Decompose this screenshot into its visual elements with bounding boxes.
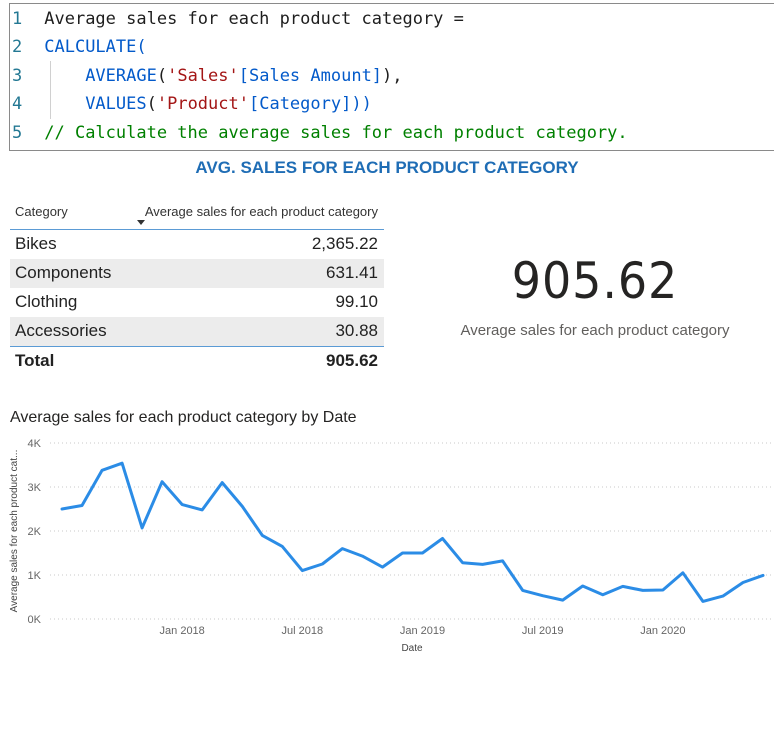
y-tick-label: 2K xyxy=(28,526,42,538)
row-value: 99.10 xyxy=(335,292,378,311)
paren: ( xyxy=(136,37,147,57)
line-number: 5 xyxy=(12,123,23,143)
x-tick-label: Jul 2019 xyxy=(522,625,564,637)
y-tick-label: 1K xyxy=(28,570,42,582)
table-reference: 'Product' xyxy=(156,94,249,114)
row-value: 2,365.22 xyxy=(311,234,378,253)
row-category: Clothing xyxy=(15,292,78,311)
x-tick-label: Jul 2018 xyxy=(282,625,324,637)
series-line xyxy=(60,461,765,603)
x-tick-label: Jan 2018 xyxy=(160,625,205,637)
row-category: Components xyxy=(15,263,112,282)
paren: ( xyxy=(156,66,168,86)
table-row[interactable]: Components 631.41 xyxy=(10,259,384,288)
total-label: Total xyxy=(15,351,55,370)
report-title: AVG. SALES FOR EACH PRODUCT CATEGORY xyxy=(195,158,579,177)
line-number: 2 xyxy=(12,37,23,57)
line-chart-title: Average sales for each product category … xyxy=(10,409,357,426)
calculate-keyword: CALCULATE xyxy=(44,37,137,57)
values-function: VALUES xyxy=(85,94,147,114)
table-row[interactable]: Accessories 30.88 xyxy=(10,317,384,346)
code-comment: // Calculate the average sales for each … xyxy=(44,123,628,143)
column-reference: [Sales Amount] xyxy=(238,66,383,86)
table-reference: 'Sales' xyxy=(167,66,239,86)
column-header-category[interactable]: Category xyxy=(15,204,68,219)
y-axis-title: Average sales for each product cat... xyxy=(9,450,20,613)
paren: ), xyxy=(382,66,403,86)
code-line-2: 2 CALCULATE( xyxy=(10,33,147,61)
row-category: Accessories xyxy=(15,321,107,340)
y-tick-label: 0K xyxy=(28,614,42,626)
row-category: Bikes xyxy=(15,234,57,253)
x-tick-label: Jan 2020 xyxy=(640,625,685,637)
table-row[interactable]: Clothing 99.10 xyxy=(10,288,384,317)
row-value: 30.88 xyxy=(335,321,378,340)
card-value: 905.62 xyxy=(511,252,679,310)
y-tick-label: 3K xyxy=(28,482,42,494)
code-line-1: 1 Average sales for each product categor… xyxy=(10,5,464,33)
card-label: Average sales for each product category xyxy=(460,322,730,339)
column-reference: [Category] xyxy=(248,94,352,114)
paren: )) xyxy=(351,94,372,114)
category-table[interactable]: Category Average sales for each product … xyxy=(10,201,384,375)
x-tick-label: Jan 2019 xyxy=(400,625,445,637)
paren: ( xyxy=(146,94,157,114)
code-line-3: 3 AVERAGE('Sales'[Sales Amount]), xyxy=(10,62,403,90)
row-value: 631.41 xyxy=(326,263,378,282)
total-value: 905.62 xyxy=(326,351,378,370)
average-function: AVERAGE xyxy=(85,66,157,86)
line-number: 1 xyxy=(12,9,23,29)
sort-descending-icon xyxy=(137,220,145,225)
measure-definition: Average sales for each product category … xyxy=(44,9,464,29)
y-tick-label: 4K xyxy=(28,438,42,450)
table-total-row: Total 905.62 xyxy=(10,346,384,375)
code-line-5: 5 // Calculate the average sales for eac… xyxy=(10,119,628,147)
table-row[interactable]: Bikes 2,365.22 xyxy=(10,230,384,259)
dax-code-editor[interactable]: 1 Average sales for each product categor… xyxy=(9,3,774,151)
line-chart[interactable]: 0K 1K 2K 3K 4K Jan 2018 Jul 2018 Jan 2019 Jul 20… xyxy=(0,430,774,660)
line-number: 3 xyxy=(12,66,23,86)
line-number: 4 xyxy=(12,94,23,114)
column-header-measure[interactable]: Average sales for each product category xyxy=(145,204,378,219)
x-axis-title: Date xyxy=(401,643,423,654)
code-line-4: 4 VALUES('Product'[Category])) xyxy=(10,90,372,118)
table-header: Category Average sales for each product … xyxy=(10,201,384,230)
